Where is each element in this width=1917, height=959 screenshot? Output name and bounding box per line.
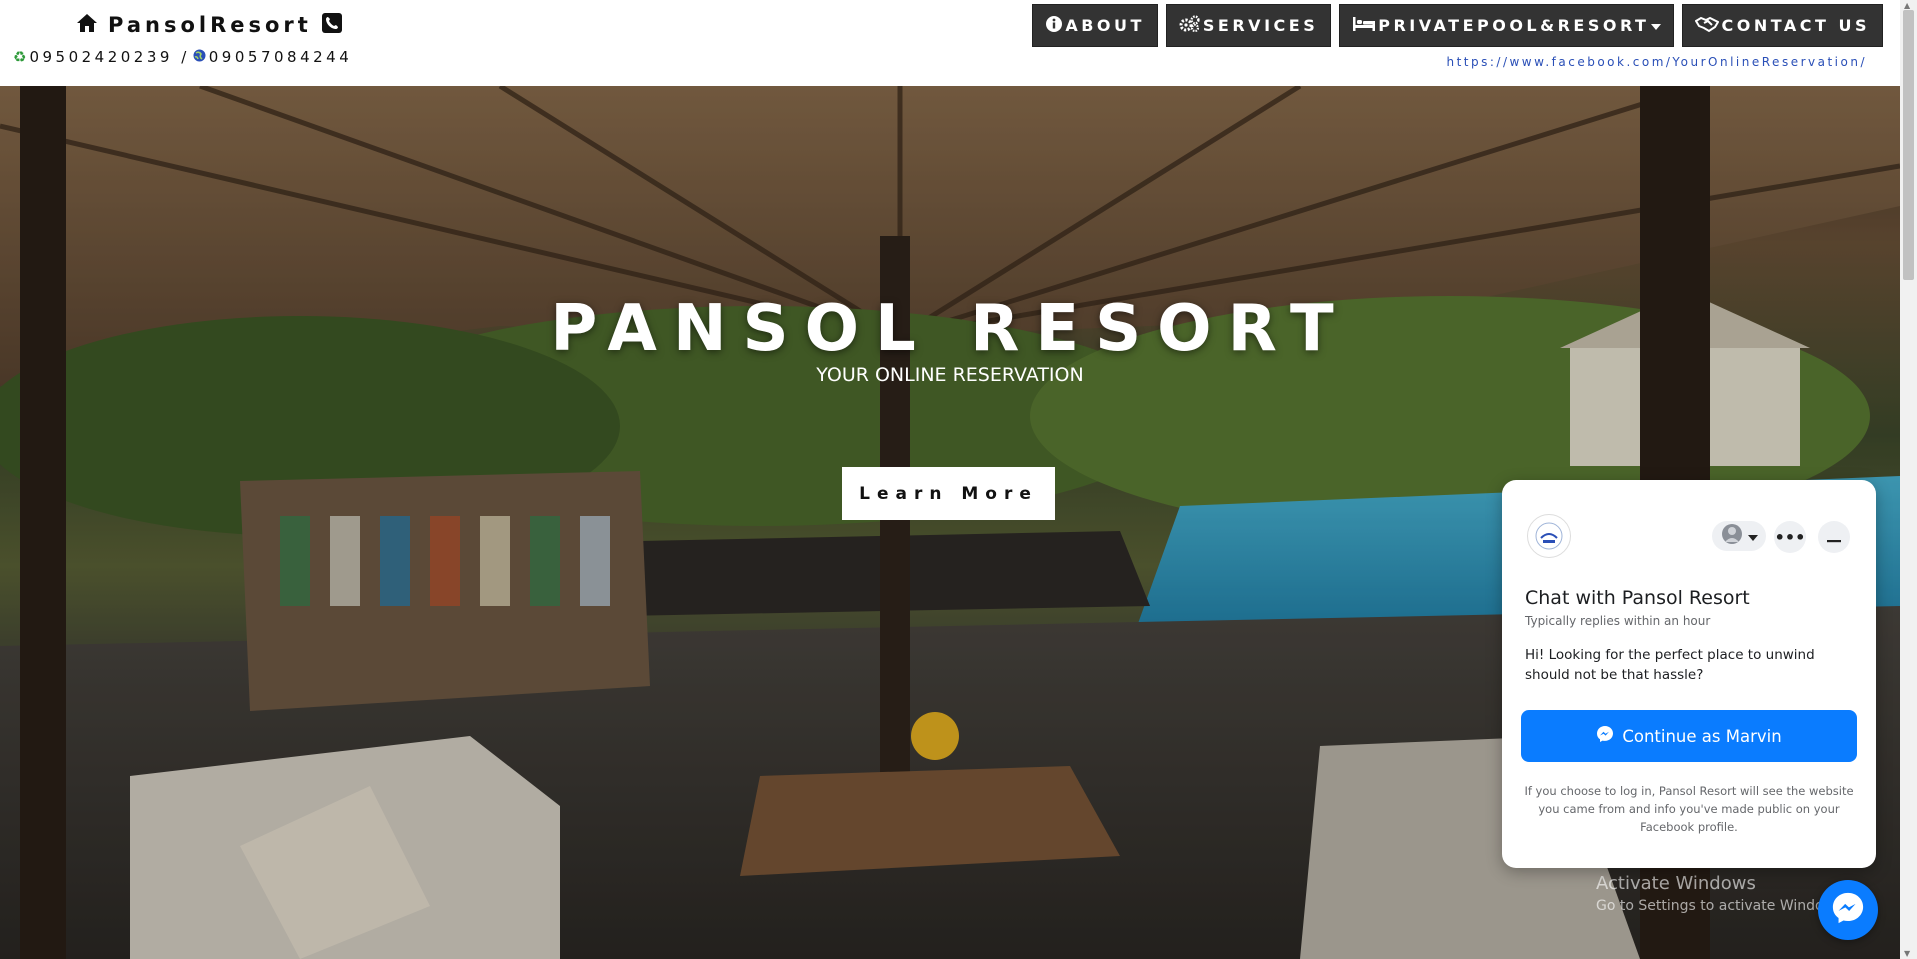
phone-icon — [321, 13, 342, 37]
messenger-chat-widget: ••• Chat with Pansol Resort Typically re… — [1502, 480, 1876, 868]
scroll-down-arrow-icon[interactable]: ▼ — [1904, 949, 1910, 958]
main-nav: ABOUT SERVICES PRIVATEPOOL&RESORT CONTAC… — [1032, 4, 1883, 47]
handshake-icon — [1695, 15, 1720, 37]
page-avatar — [1527, 514, 1571, 558]
learn-more-button[interactable]: Learn More — [842, 467, 1055, 520]
continue-as-button[interactable]: Continue as Marvin — [1521, 710, 1857, 762]
nav-about-button[interactable]: ABOUT — [1032, 4, 1158, 47]
site-header: PansolResort ♻ 09502420239 / 09057084244… — [0, 0, 1900, 86]
nav-private-pool-dropdown[interactable]: PRIVATEPOOL&RESORT — [1339, 4, 1675, 47]
brand-name: PansolResort — [108, 13, 312, 37]
scrollbar-thumb[interactable] — [1903, 10, 1914, 280]
scroll-up-arrow-icon[interactable]: ▲ — [1904, 1, 1910, 10]
home-icon — [76, 13, 98, 37]
more-options-button[interactable]: ••• — [1774, 521, 1806, 553]
nav-about-label: ABOUT — [1065, 16, 1145, 35]
brand[interactable]: PansolResort — [76, 13, 342, 37]
nav-contact-button[interactable]: CONTACT US — [1682, 4, 1883, 47]
reply-time: Typically replies within an hour — [1525, 614, 1711, 628]
page-scrollbar[interactable]: ▲ ▼ — [1900, 0, 1917, 959]
minimize-icon — [1827, 528, 1841, 547]
nav-services-button[interactable]: SERVICES — [1165, 4, 1332, 47]
info-icon — [1045, 15, 1063, 37]
chat-title: Chat with Pansol Resort — [1525, 587, 1750, 609]
hero-title: PANSOL RESORT — [550, 292, 1350, 366]
nav-private-pool-label: PRIVATEPOOL&RESORT — [1378, 16, 1650, 35]
phone-number-2: 09057084244 — [208, 48, 353, 66]
caret-down-icon — [1651, 16, 1662, 35]
profile-switcher[interactable] — [1712, 521, 1766, 551]
activate-windows-watermark: Activate Windows Go to Settings to activ… — [1596, 873, 1847, 914]
greeting-message: Hi! Looking for the perfect place to unw… — [1525, 647, 1815, 683]
watermark-line-1: Activate Windows — [1596, 873, 1756, 894]
gears-icon — [1179, 14, 1201, 37]
facebook-link[interactable]: https://www.facebook.com/YourOnlineReser… — [1446, 55, 1867, 69]
bed-icon — [1352, 16, 1376, 36]
phone-numbers: ♻ 09502420239 / 09057084244 — [13, 48, 352, 66]
messenger-launcher-button[interactable] — [1818, 880, 1878, 940]
minimize-button[interactable] — [1818, 521, 1850, 553]
user-avatar — [1721, 523, 1743, 549]
ellipsis-icon: ••• — [1774, 527, 1806, 547]
globe-icon — [193, 48, 206, 66]
nav-services-label: SERVICES — [1202, 16, 1319, 35]
recycle-icon: ♻ — [13, 48, 27, 66]
hero-subtitle: YOUR ONLINE RESERVATION — [816, 364, 1084, 386]
caret-down-icon — [1747, 527, 1758, 546]
login-disclaimer: If you choose to log in, Pansol Resort w… — [1524, 784, 1854, 834]
messenger-icon — [1596, 725, 1614, 747]
continue-as-label: Continue as Marvin — [1622, 726, 1782, 746]
phone-number-1: 09502420239 / — [29, 48, 190, 66]
messenger-icon — [1831, 891, 1865, 929]
nav-contact-label: CONTACT US — [1721, 16, 1870, 35]
watermark-line-2: Go to Settings to activate Windows. — [1596, 898, 1847, 914]
